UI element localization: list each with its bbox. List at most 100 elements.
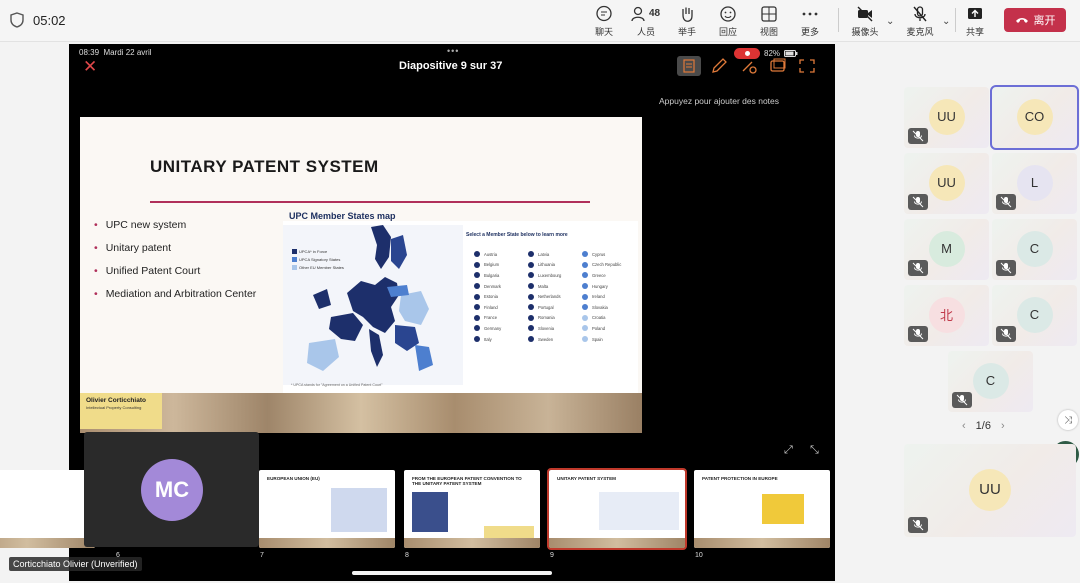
mic-muted-icon xyxy=(952,392,972,408)
participant-tile-large[interactable]: UU xyxy=(904,444,1076,537)
participant-tile[interactable]: L xyxy=(992,153,1077,214)
mic-muted-icon xyxy=(908,260,928,276)
mic-off-icon xyxy=(913,6,927,22)
close-presentation-icon[interactable]: ✕ xyxy=(83,57,97,77)
meeting-timer: 05:02 xyxy=(33,13,66,28)
presenter-name-label: Corticchiato Olivier (Unverified) xyxy=(9,557,142,571)
raise-hand-button[interactable]: 举手 xyxy=(669,5,705,38)
bullet-item: Unified Patent Court xyxy=(94,265,256,277)
slide-title: UNITARY PATENT SYSTEM xyxy=(150,157,379,176)
thumbnail-callout xyxy=(762,494,804,524)
avatar: C xyxy=(972,362,1009,399)
country-column-force-2: Latvia Lithuania Luxembourg Malta Nether… xyxy=(528,249,561,344)
thumbnail-title: From the European Patent Convention to t… xyxy=(412,476,522,486)
country-column-signatory: Cyprus Czech Republic Greece Hungary Ire… xyxy=(582,249,621,344)
participant-tile-active[interactable]: CO xyxy=(990,85,1079,150)
prev-page-chevron-icon[interactable]: ‹ xyxy=(962,420,966,432)
avatar: 北 xyxy=(928,296,965,333)
author-name: Olivier Corticchiato xyxy=(86,397,146,404)
camera-options-chevron-icon[interactable]: ⌄ xyxy=(886,16,894,27)
collapse-icon[interactable]: ⤢ xyxy=(784,444,793,457)
country-item: Cyprus xyxy=(582,249,621,260)
country-item: Czech Republic xyxy=(582,260,621,271)
toolbar-divider xyxy=(838,8,839,32)
slide-thumbnail-current[interactable]: Unitary Patent System xyxy=(547,468,687,550)
map-title: UPC Member States map xyxy=(289,211,396,221)
participant-tile[interactable]: 北 xyxy=(904,285,989,346)
participant-tile[interactable]: C xyxy=(948,351,1033,412)
presenter-avatar: MC xyxy=(141,459,203,521)
author-box: Olivier Corticchiato Intellectual Proper… xyxy=(80,393,162,429)
country-item: Malta xyxy=(528,281,561,292)
participant-tile[interactable]: C xyxy=(992,285,1077,346)
author-subtitle: Intellectual Property Consulting xyxy=(86,405,142,410)
more-button[interactable]: 更多 xyxy=(792,5,828,38)
avatar: M xyxy=(928,230,965,267)
multitask-handle: ••• xyxy=(447,46,460,56)
mic-muted-icon xyxy=(908,517,928,533)
hand-icon xyxy=(682,7,693,22)
meeting-toolbar: 05:02 聊天 48 人员 举手 回应 视图 更多 摄像头 ⌄ 麦克风 ⌄ 共… xyxy=(0,0,1080,42)
leave-button[interactable]: 离开 xyxy=(1004,8,1066,32)
slide-thumbnail[interactable]: European Union (EU) xyxy=(259,470,395,548)
mic-button[interactable]: 麦克风 xyxy=(901,5,939,38)
thumbnail-map xyxy=(331,488,387,532)
slide-thumbnail[interactable]: From the European Patent Convention to t… xyxy=(404,470,540,548)
notes-icon[interactable] xyxy=(677,56,701,76)
country-item: Spain xyxy=(582,334,621,345)
country-item: Luxembourg xyxy=(528,270,561,281)
country-item: Germany xyxy=(474,323,501,334)
grid-icon xyxy=(761,6,777,22)
share-button[interactable]: 共享 xyxy=(957,5,993,38)
mic-muted-icon xyxy=(908,326,928,342)
participant-tile[interactable]: UU xyxy=(904,87,989,148)
country-item: Greece xyxy=(582,270,621,281)
bullet-item: Mediation and Arbitration Center xyxy=(94,288,257,300)
participant-tile[interactable]: M xyxy=(904,219,989,280)
legend-item: UPCA* in Force xyxy=(292,249,344,254)
fullscreen-icon[interactable] xyxy=(797,57,817,75)
country-item: Croatia xyxy=(582,313,621,324)
slide-thumbnail[interactable] xyxy=(0,470,95,548)
bullet-item: UPC new system xyxy=(94,219,256,231)
country-item: Austria xyxy=(474,249,501,260)
chat-button[interactable]: 聊天 xyxy=(586,5,622,38)
presenter-video-tile[interactable]: MC xyxy=(84,432,259,547)
react-button[interactable]: 回应 xyxy=(710,5,746,38)
more-icon xyxy=(802,12,818,16)
notes-hint[interactable]: Appuyez pour ajouter des notes xyxy=(659,96,779,106)
country-item: Romania xyxy=(528,313,561,324)
country-item: Sweden xyxy=(528,334,561,345)
country-item: Italy xyxy=(474,334,501,345)
next-page-chevron-icon[interactable]: › xyxy=(1001,420,1005,432)
thumbnail-map xyxy=(599,492,679,530)
mic-muted-icon xyxy=(908,128,928,144)
home-indicator xyxy=(352,571,552,575)
map-footnote: * UPCA stands for "Agreement on a Unifie… xyxy=(291,383,383,387)
mic-options-chevron-icon[interactable]: ⌄ xyxy=(942,16,950,27)
mic-muted-icon xyxy=(996,260,1016,276)
expand-icon[interactable]: ⤡ xyxy=(810,444,819,457)
avatar: C xyxy=(1016,296,1053,333)
display-icon[interactable] xyxy=(768,57,788,75)
shuffle-icon[interactable]: ⤨ xyxy=(1058,410,1078,430)
country-item: Denmark xyxy=(474,281,501,292)
slide-thumbnail[interactable]: Patent protection in Europe xyxy=(694,470,830,548)
participant-tile[interactable]: UU xyxy=(904,153,989,214)
avatar: UU xyxy=(928,164,965,201)
people-icon xyxy=(631,6,645,22)
camera-button[interactable]: 摄像头 xyxy=(846,5,884,38)
participant-tile[interactable]: C xyxy=(992,219,1077,280)
shield-icon xyxy=(10,12,24,28)
people-button[interactable]: 48 人员 xyxy=(625,5,667,38)
country-item: Belgium xyxy=(474,260,501,271)
slide-number: 9 xyxy=(550,552,554,559)
laser-pointer-icon[interactable] xyxy=(739,57,759,75)
pen-icon[interactable] xyxy=(709,57,729,75)
country-item: Netherlands xyxy=(528,291,561,302)
view-button[interactable]: 视图 xyxy=(751,5,787,38)
country-item: France xyxy=(474,313,501,324)
gallery-pager: ‹ 1/6 › xyxy=(962,420,1005,432)
slide-number: 7 xyxy=(260,552,264,559)
country-item: Slovakia xyxy=(582,302,621,313)
